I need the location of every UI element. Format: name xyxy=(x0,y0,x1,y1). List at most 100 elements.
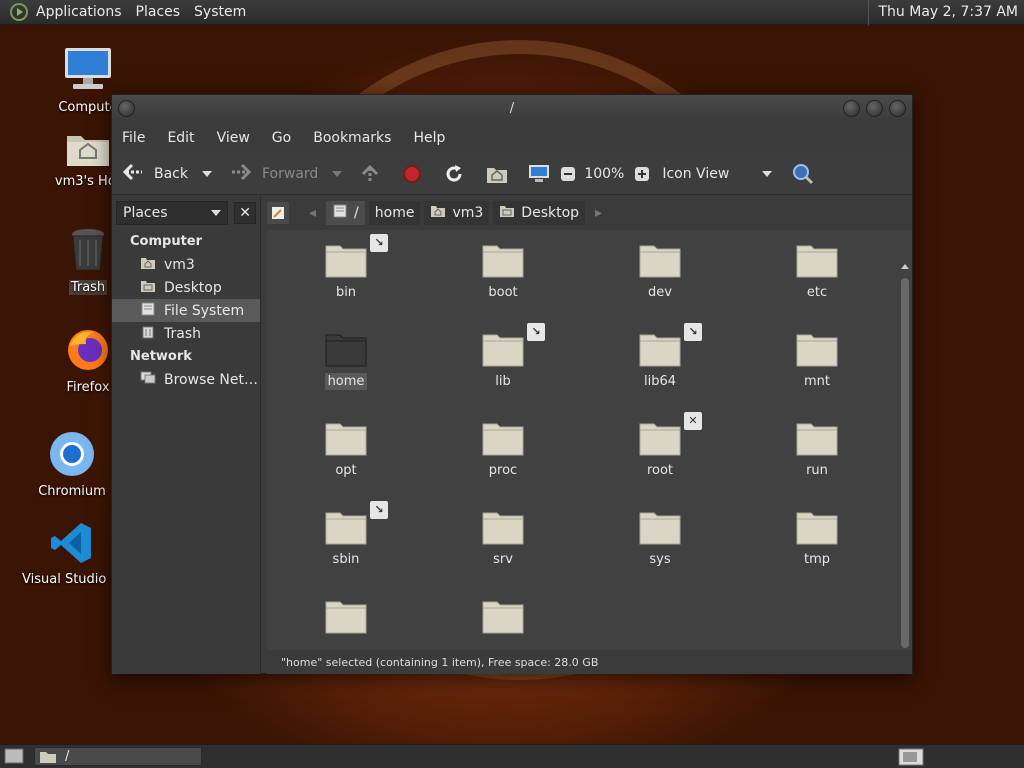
status-bar: "home" selected (containing 1 item), Fre… xyxy=(267,651,912,674)
file-name: tmp xyxy=(803,552,830,567)
file-item-srv[interactable]: srv xyxy=(443,507,563,568)
sidebar-item-desktop[interactable]: Desktop xyxy=(112,276,260,299)
scrollbar-thumb[interactable] xyxy=(901,278,909,648)
desktop-icon-chromium[interactable]: Chromium xyxy=(24,430,120,499)
taskbar-window-button[interactable]: / xyxy=(34,747,202,766)
icon-view[interactable]: bin ↘ boot dev etc home lib ↘ lib64 ↘ mnt opt proc ro… xyxy=(267,230,912,650)
sidebar-item-file-system[interactable]: File System xyxy=(112,299,260,322)
reload-button[interactable] xyxy=(444,164,464,184)
sidebar-heading-computer: Computer xyxy=(130,234,203,249)
file-name: etc xyxy=(806,285,828,300)
window-menu-button[interactable] xyxy=(118,100,135,117)
clock[interactable]: Thu May 2, 7:37 AM xyxy=(867,0,1018,25)
symlink-emblem-icon: ↘ xyxy=(527,323,545,341)
folder-icon xyxy=(796,423,838,456)
maximize-button[interactable] xyxy=(866,100,883,117)
stop-button[interactable] xyxy=(402,164,422,184)
applications-menu[interactable]: Applications xyxy=(36,4,130,20)
close-button[interactable] xyxy=(889,100,906,117)
desktop-icon-vscode[interactable]: Visual Studio Co xyxy=(20,520,128,587)
forward-history-dropdown[interactable] xyxy=(332,170,343,177)
menu-help[interactable]: Help xyxy=(413,130,445,146)
path-scroll-left[interactable]: ◂ xyxy=(309,205,316,221)
sidebar-item-label: Desktop xyxy=(164,279,222,296)
window-titlebar[interactable]: / xyxy=(112,95,912,123)
file-item-opt[interactable]: opt xyxy=(286,418,406,479)
file-item-proc[interactable]: proc xyxy=(443,418,563,479)
chevron-down-icon xyxy=(332,170,343,177)
file-item-folder[interactable] xyxy=(443,596,563,650)
show-desktop-button[interactable] xyxy=(4,748,24,768)
file-name: lib64 xyxy=(643,374,677,389)
workspace-switcher[interactable] xyxy=(898,748,924,768)
show-desktop-icon xyxy=(4,748,24,764)
file-manager-window: / File Edit View Go Bookmarks Help Back … xyxy=(111,94,913,674)
file-item-bin[interactable]: bin ↘ xyxy=(286,234,406,301)
zoom-level: 100% xyxy=(584,165,625,182)
sidebar: Places ✕ Computer vm3 Desktop File Syste… xyxy=(112,196,261,674)
folder-icon xyxy=(325,601,367,634)
crumb-root[interactable]: / xyxy=(326,201,365,225)
view-mode-select[interactable]: Icon View xyxy=(662,166,773,182)
menu-go[interactable]: Go xyxy=(272,130,291,146)
folder-icon xyxy=(482,334,524,367)
sidebar-item-vm3[interactable]: vm3 xyxy=(112,253,260,276)
file-name: srv xyxy=(493,552,513,567)
sidebar-item-trash[interactable]: Trash xyxy=(112,322,260,345)
trash-icon xyxy=(140,325,156,343)
places-menu[interactable]: Places xyxy=(136,4,189,20)
file-item-mnt[interactable]: mnt xyxy=(757,329,877,390)
system-menu[interactable]: System xyxy=(194,4,254,20)
file-item-home[interactable]: home xyxy=(286,329,406,390)
file-item-tmp[interactable]: tmp xyxy=(757,507,877,568)
forward-arrow-icon xyxy=(230,163,252,185)
bottom-panel: / xyxy=(0,744,1024,768)
computer-button[interactable] xyxy=(528,164,550,184)
chevron-down-icon xyxy=(762,170,773,177)
desktop-icon-label: Trash xyxy=(68,280,108,295)
file-item-sys[interactable]: sys xyxy=(600,507,720,568)
applications-logo-icon[interactable] xyxy=(10,3,28,21)
crumb-home[interactable]: home xyxy=(368,201,421,225)
folder-icon xyxy=(325,334,367,367)
home-button[interactable] xyxy=(486,164,508,184)
up-button[interactable] xyxy=(360,164,380,184)
menu-file[interactable]: File xyxy=(122,130,145,146)
file-name: mnt xyxy=(804,374,830,389)
places-bar: Places ✕ xyxy=(112,196,260,230)
forward-button[interactable]: Forward xyxy=(230,163,318,185)
file-name: root xyxy=(646,463,674,478)
path-scroll-right[interactable]: ▸ xyxy=(595,205,602,221)
sidebar-close-button[interactable]: ✕ xyxy=(234,202,256,224)
menu-view[interactable]: View xyxy=(217,130,250,146)
file-item-etc[interactable]: etc xyxy=(757,240,877,301)
places-selector[interactable]: Places xyxy=(116,201,229,225)
menu-bookmarks[interactable]: Bookmarks xyxy=(313,130,391,146)
crumb-vm3[interactable]: vm3 xyxy=(424,201,490,225)
vertical-scrollbar[interactable] xyxy=(900,264,910,650)
back-history-dropdown[interactable] xyxy=(202,170,212,177)
file-item-folder[interactable] xyxy=(286,596,406,650)
file-item-lib64[interactable]: lib64 ↘ xyxy=(600,323,720,390)
zoom-out-button[interactable] xyxy=(560,166,576,182)
file-item-run[interactable]: run xyxy=(757,418,877,479)
sidebar-item-label: vm3 xyxy=(164,256,195,273)
file-item-dev[interactable]: dev xyxy=(600,240,720,301)
file-item-boot[interactable]: boot xyxy=(443,240,563,301)
file-item-root[interactable]: root ✕ xyxy=(600,412,720,479)
file-item-lib[interactable]: lib ↘ xyxy=(443,323,563,390)
crumb-desktop[interactable]: Desktop xyxy=(493,201,586,225)
folder-icon xyxy=(639,334,681,367)
back-button[interactable]: Back xyxy=(122,163,188,185)
search-button[interactable] xyxy=(792,163,814,185)
reload-icon xyxy=(446,164,462,181)
sidebar-item-browse-network[interactable]: Browse Net… xyxy=(112,368,260,391)
location-toggle-button[interactable] xyxy=(267,202,289,224)
stop-icon xyxy=(403,164,422,183)
scroll-up-arrow[interactable] xyxy=(901,264,909,269)
folder-icon xyxy=(40,751,56,763)
minimize-button[interactable] xyxy=(843,100,860,117)
file-item-sbin[interactable]: sbin ↘ xyxy=(286,501,406,568)
menu-edit[interactable]: Edit xyxy=(167,130,194,146)
zoom-in-button[interactable] xyxy=(634,166,650,182)
